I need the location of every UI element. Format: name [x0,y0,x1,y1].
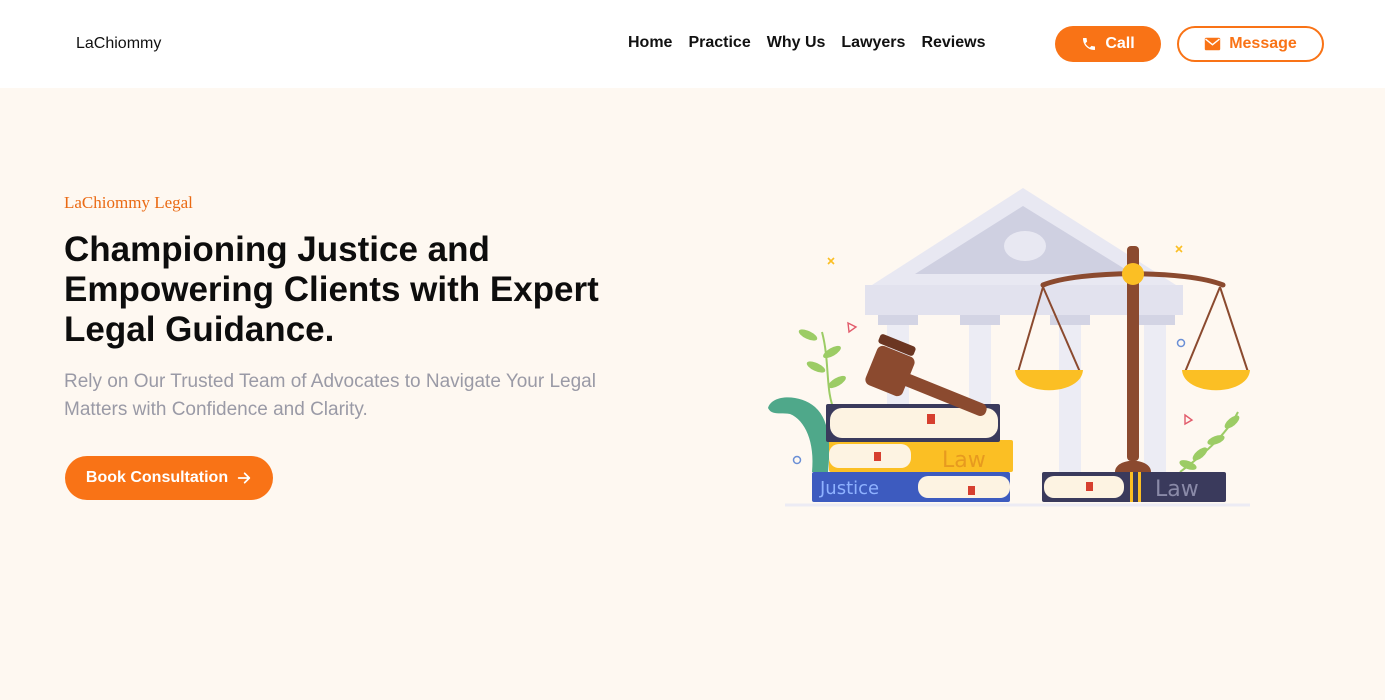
hero-section: LaChiommy Legal Championing Justice and … [0,88,1385,700]
book-label-law: Law [1155,477,1199,502]
book-stack-left: Law Justice [812,404,1013,502]
message-button[interactable]: Message [1177,26,1324,62]
book-consultation-label: Book Consultation [85,469,229,486]
brand-logo[interactable]: LaChiommy [76,35,161,53]
nav-link-why-us[interactable]: Why Us [767,34,826,52]
subtitle-line: Rely on Our Trusted Team of Advocates to… [64,371,596,392]
hero-subtitle: Rely on Our Trusted Team of Advocates to… [64,368,684,424]
nav-link-home[interactable]: Home [628,34,672,52]
call-button-label: Call [1105,35,1135,52]
hero-headline: Championing Justice and Empowering Clien… [64,230,704,350]
hero-eyebrow: LaChiommy Legal [64,193,193,212]
book-label-justice: Justice [819,478,879,499]
arrow-right-icon [237,472,251,484]
message-button-label: Message [1229,35,1297,52]
headline-line: Legal Guidance. [64,310,335,349]
book-right: Law [1042,472,1226,502]
book-consultation-button[interactable]: Book Consultation [65,456,273,500]
navbar: LaChiommy Home Practice Why Us Lawyers R… [0,0,1385,88]
main-nav: Home Practice Why Us Lawyers Reviews [628,34,985,52]
phone-icon [1083,38,1096,50]
plant-right [1179,411,1240,473]
subtitle-line: Matters with Confidence and Clarity. [64,399,368,420]
call-button[interactable]: Call [1055,26,1161,62]
headline-line: Championing Justice and [64,230,490,269]
nav-link-practice[interactable]: Practice [688,34,750,52]
book-label-law: Law [942,448,986,473]
nav-link-lawyers[interactable]: Lawyers [841,34,905,52]
headline-line: Empowering Clients with Expert [64,270,599,309]
envelope-icon [1205,37,1221,51]
legal-illustration: Law Justice Law [768,188,1250,507]
nav-link-reviews[interactable]: Reviews [921,34,985,52]
